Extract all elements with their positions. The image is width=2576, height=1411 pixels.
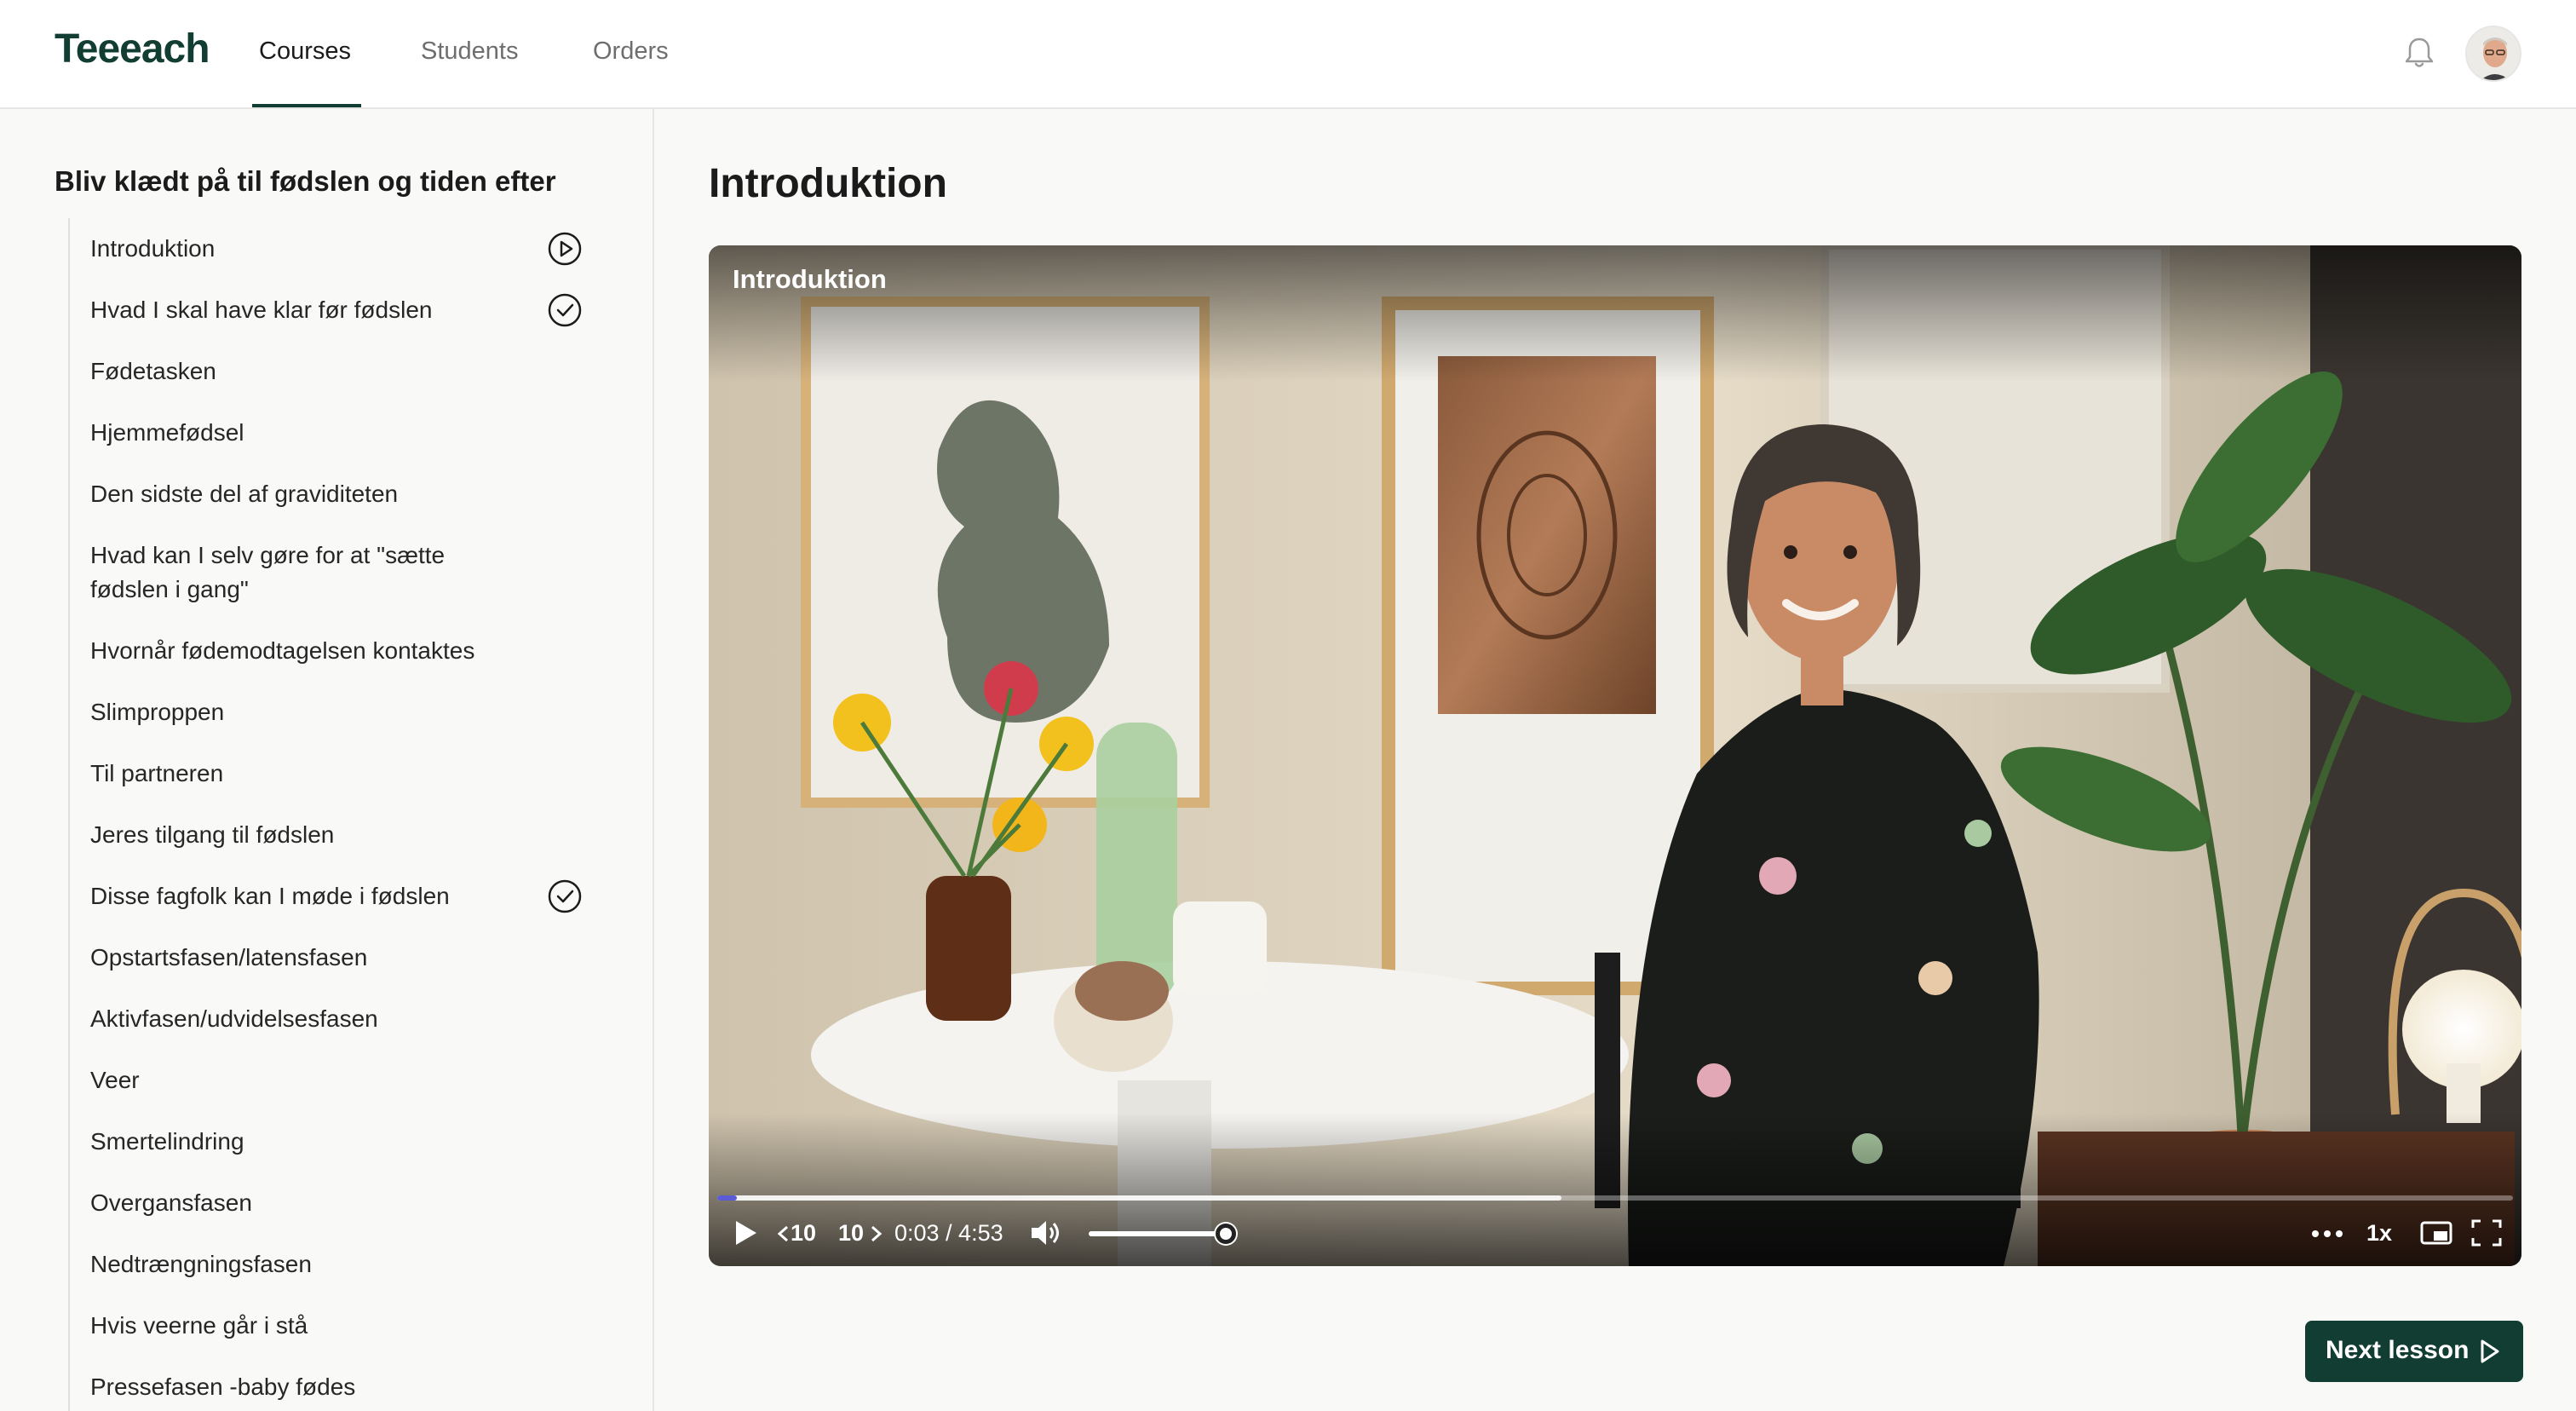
lesson-item[interactable]: Til partneren bbox=[90, 757, 601, 791]
page-title: Introduktion bbox=[709, 161, 947, 206]
time-display: 0:03 / 4:53 bbox=[894, 1220, 1003, 1246]
lesson-item[interactable]: Opstartsfasen/latensfasen bbox=[90, 941, 601, 975]
course-title: Bliv klædt på til fødslen og tiden efter bbox=[55, 165, 556, 197]
lesson-label: Den sidste del af graviditeten bbox=[90, 481, 399, 507]
lesson-item[interactable]: Disse fagfolk kan I møde i fødslen bbox=[90, 879, 601, 913]
lesson-item[interactable]: Slimproppen bbox=[90, 695, 601, 729]
active-tab-indicator bbox=[252, 104, 361, 107]
lesson-label: Veer bbox=[90, 1067, 140, 1093]
lesson-label: Hvis veerne går i stå bbox=[90, 1312, 308, 1339]
lesson-item[interactable]: Veer bbox=[90, 1063, 601, 1097]
lesson-item[interactable]: Nedtrængningsfasen bbox=[90, 1247, 601, 1281]
tab-courses[interactable]: Courses bbox=[259, 37, 351, 66]
lesson-label: Introduktion bbox=[90, 235, 216, 262]
lesson-label: Hvornår fødemodtagelsen kontaktes bbox=[90, 637, 475, 664]
avatar[interactable] bbox=[2465, 26, 2521, 82]
lesson-item[interactable]: Hvad kan I selv gøre for at "sætte fødsl… bbox=[90, 538, 601, 607]
skip-back-button[interactable]: 10 bbox=[777, 1218, 823, 1249]
lesson-label: Hvad I skal have klar før fødslen bbox=[90, 297, 433, 323]
more-icon[interactable] bbox=[2310, 1224, 2344, 1244]
check-circle-icon bbox=[548, 293, 582, 327]
course-sidebar: Bliv klædt på til fødslen og tiden efter… bbox=[0, 109, 654, 1411]
volume-icon[interactable] bbox=[1029, 1218, 1065, 1247]
lesson-label: Smertelindring bbox=[90, 1128, 244, 1155]
volume-slider-handle[interactable] bbox=[1216, 1224, 1236, 1244]
lesson-label: Hjemmefødsel bbox=[90, 419, 244, 446]
lesson-item[interactable]: Hvad I skal have klar før fødslen bbox=[90, 293, 601, 327]
lesson-label: Pressefasen -baby fødes bbox=[90, 1374, 356, 1400]
skip-forward-icon bbox=[871, 1225, 883, 1242]
lesson-label: Nedtrængningsfasen bbox=[90, 1251, 312, 1277]
skip-forward-label: 10 bbox=[838, 1220, 865, 1246]
lesson-item[interactable]: Pressefasen -baby fødes bbox=[90, 1370, 601, 1404]
next-lesson-label: Next lesson bbox=[2326, 1336, 2470, 1364]
lesson-label: Opstartsfasen/latensfasen bbox=[90, 944, 368, 970]
play-icon[interactable] bbox=[731, 1218, 760, 1247]
progress-buffered bbox=[717, 1195, 1561, 1201]
lesson-item[interactable]: Fødetasken bbox=[90, 354, 601, 389]
video-player[interactable]: Introduktion 10 10 0:03 / 4:53 1x bbox=[709, 245, 2521, 1266]
progress-bar[interactable] bbox=[717, 1195, 2513, 1201]
pip-icon[interactable] bbox=[2419, 1218, 2453, 1247]
volume-slider[interactable] bbox=[1089, 1231, 1230, 1236]
lesson-item[interactable]: Overgansfasen bbox=[90, 1186, 601, 1220]
lesson-label: Overgansfasen bbox=[90, 1189, 252, 1216]
playback-speed-button[interactable]: 1x bbox=[2366, 1220, 2392, 1247]
video-top-shade bbox=[709, 245, 2521, 382]
play-circle-icon bbox=[548, 232, 582, 266]
tab-orders[interactable]: Orders bbox=[593, 37, 669, 66]
arrow-right-icon bbox=[2481, 1339, 2499, 1363]
lesson-label: Jeres tilgang til fødslen bbox=[90, 821, 335, 848]
video-title: Introduktion bbox=[733, 264, 887, 294]
lesson-label: Slimproppen bbox=[90, 699, 225, 725]
lesson-label: Aktivfasen/udvidelsesfasen bbox=[90, 1005, 378, 1032]
app-logo[interactable]: Teeeach bbox=[55, 26, 210, 72]
bell-icon[interactable] bbox=[2401, 34, 2438, 72]
lesson-item[interactable]: Den sidste del af graviditeten bbox=[90, 477, 601, 511]
progress-played bbox=[717, 1195, 738, 1201]
fullscreen-icon[interactable] bbox=[2470, 1218, 2503, 1247]
lesson-item[interactable]: Jeres tilgang til fødslen bbox=[90, 818, 601, 852]
skip-back-icon bbox=[777, 1225, 788, 1242]
lesson-item[interactable]: Hvornår fødemodtagelsen kontaktes bbox=[90, 634, 601, 668]
check-circle-icon bbox=[548, 879, 582, 913]
lesson-item[interactable]: Aktivfasen/udvidelsesfasen bbox=[90, 1002, 601, 1036]
lesson-item[interactable]: Smertelindring bbox=[90, 1125, 601, 1159]
lesson-label: Disse fagfolk kan I møde i fødslen bbox=[90, 883, 450, 909]
skip-back-label: 10 bbox=[791, 1220, 817, 1246]
lesson-item[interactable]: Hjemmefødsel bbox=[90, 416, 601, 450]
lesson-label: Hvad kan I selv gøre for at "sætte fødsl… bbox=[90, 542, 446, 602]
skip-forward-button[interactable]: 10 bbox=[838, 1218, 884, 1249]
lesson-label: Fødetasken bbox=[90, 358, 216, 384]
next-lesson-button[interactable]: Next lesson bbox=[2305, 1321, 2523, 1382]
lesson-list-rail bbox=[68, 218, 70, 1411]
top-navigation-bar: Teeeach Courses Students Orders bbox=[0, 0, 2576, 109]
tab-students[interactable]: Students bbox=[421, 37, 518, 66]
lesson-label: Til partneren bbox=[90, 760, 224, 786]
lesson-item[interactable]: Hvis veerne går i stå bbox=[90, 1309, 601, 1343]
lesson-item[interactable]: Introduktion bbox=[90, 232, 601, 266]
